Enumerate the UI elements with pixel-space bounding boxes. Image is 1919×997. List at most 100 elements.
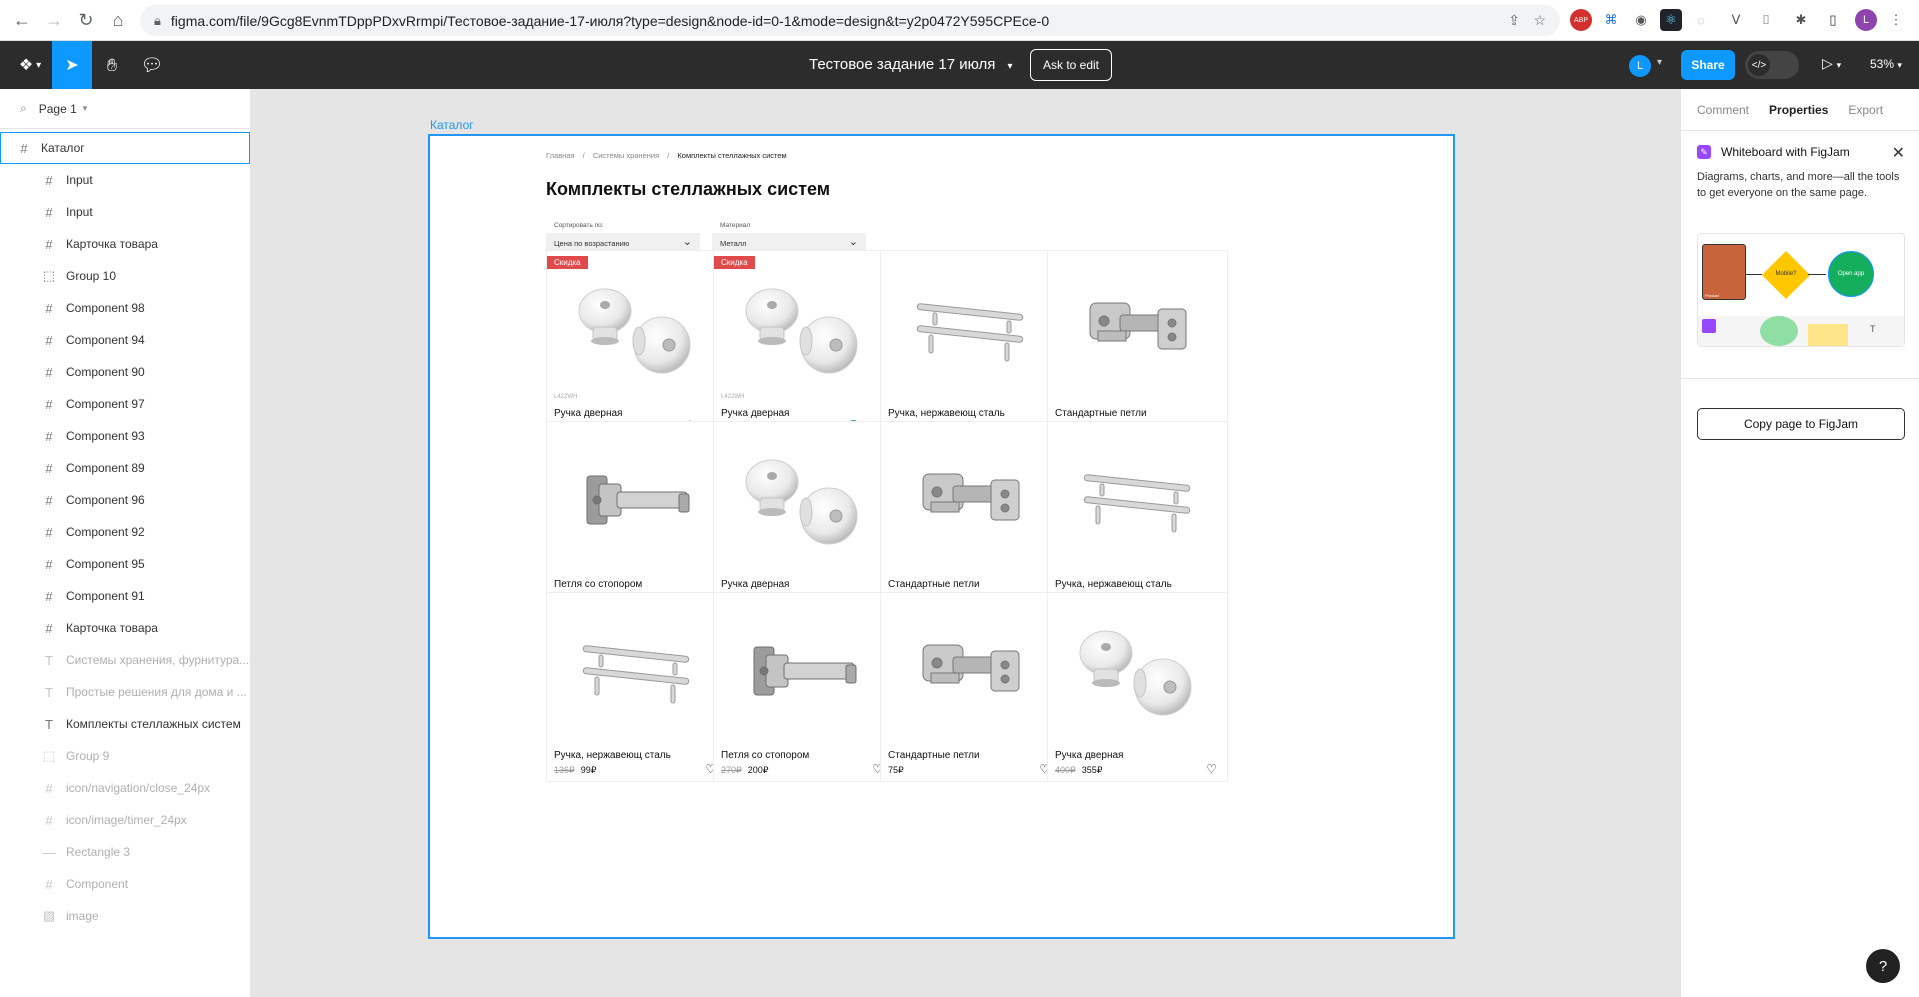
react-devtools-icon[interactable]: ⚛ [1660,9,1682,31]
browser-toolbar: ← → ↻ ⌂ 🔒︎ figma.com/file/9Gcg8EvnmTDppP… [0,0,1919,41]
extension-icon-2[interactable]: ◌ [1690,9,1712,31]
address-bar[interactable]: 🔒︎ figma.com/file/9Gcg8EvnmTDppPDxvRrmpi… [140,5,1560,36]
copy-to-figjam-button[interactable]: Copy page to FigJam [1697,408,1905,440]
product-image [1048,265,1229,393]
tab-comment[interactable]: Comment [1697,103,1749,117]
layer-item[interactable]: ⬚ Group 10 [0,260,250,292]
close-icon[interactable]: ✕ [1892,143,1905,163]
product-card[interactable]: Ручка, нержавеющ сталь136₽99₽♡ [880,250,1061,440]
extension-icon-4[interactable]: ⌷ [1755,9,1777,31]
product-price: 136₽ 99₽ [554,765,597,776]
adblock-extension-icon[interactable]: ABP [1570,9,1592,31]
layers-panel: ⌕ Page 1 ▾ # Каталог # Input # Input # Карточка… [0,89,251,997]
layer-item[interactable]: # Component 92 [0,516,250,548]
layer-item[interactable]: ▨ image [0,900,250,932]
product-card[interactable]: СкидкаL422WHРучка дверная400₽355₽🛒︎♡ [546,250,727,440]
sort-label: Сортировать по: [554,222,604,229]
tab-export[interactable]: Export [1848,103,1883,117]
layer-label: Group 10 [66,269,117,283]
layer-item[interactable]: # Component 94 [0,324,250,356]
layer-item[interactable]: # icon/image/timer_24px [0,804,250,836]
profile-avatar[interactable]: L [1855,9,1877,31]
product-price: 75₽ [888,765,904,776]
hand-tool-icon[interactable]: ✋︎ [92,41,132,89]
layer-label: Component 97 [66,397,145,411]
home-icon[interactable]: ⌂ [104,6,132,34]
layer-item[interactable]: # Input [0,164,250,196]
product-image [714,607,895,735]
layer-item[interactable]: T Комплекты стеллажных систем [0,708,250,740]
share-page-icon[interactable]: ⇪ [1508,12,1520,29]
layer-type-icon: # [45,236,53,252]
layer-item[interactable]: # Component 91 [0,580,250,612]
layer-item[interactable]: # Component 95 [0,548,250,580]
layer-item[interactable]: # Input [0,196,250,228]
layer-item[interactable]: # Каталог [0,132,250,164]
chevron-down-icon[interactable]: ▾ [1657,57,1662,68]
dev-mode-toggle[interactable]: </> [1745,51,1799,79]
file-title[interactable]: Тестовое задание 17 июля ▾ [809,56,1013,73]
layer-item[interactable]: # Карточка товара [0,612,250,644]
extension-icon[interactable]: ◉ [1630,9,1652,31]
layer-item[interactable]: # Component [0,868,250,900]
layer-item[interactable]: # Component 93 [0,420,250,452]
breadcrumb-item[interactable]: Системы хранения [593,151,659,160]
product-card[interactable]: Петля со стопором270₽200₽♡ [546,421,727,611]
back-icon[interactable]: ← [8,6,36,34]
product-card[interactable]: Ручка дверная400₽355₽♡ [1047,592,1228,782]
heart-icon[interactable]: ♡ [1206,762,1217,776]
layer-item[interactable]: # Component 90 [0,356,250,388]
product-name: Ручка, нержавеющ сталь [888,408,1005,419]
layer-item[interactable]: # Component 89 [0,452,250,484]
reload-icon[interactable]: ↻ [72,6,100,34]
extensions-puzzle-icon[interactable]: ✱ [1790,9,1812,31]
menu-dots-icon[interactable]: ⋮ [1885,9,1907,31]
layer-type-icon: # [45,396,53,412]
product-name: Стандартные петли [888,750,980,761]
product-name: Ручка дверная [721,579,790,590]
user-avatar[interactable]: L [1629,55,1651,77]
layer-item[interactable]: # Component 97 [0,388,250,420]
product-card[interactable]: Стандартные петли75₽♡ [880,421,1061,611]
layer-item[interactable]: T Системы хранения, фурнитура... [0,644,250,676]
zoom-level[interactable]: 53% ▾ [1870,57,1902,71]
layer-item[interactable]: # Component 96 [0,484,250,516]
figma-toolbar: ❖ ▾ ➤ ✋︎ 💬︎ Тестовое задание 17 июля ▾ A… [0,41,1919,89]
product-card[interactable]: Стандартные петли75₽♡ [1047,250,1228,440]
product-name: Ручка дверная [721,408,790,419]
catalog-frame[interactable]: Главная / Системы хранения / Комплекты с… [428,134,1455,939]
product-card[interactable]: СкидкаL422WHРучка дверная400₽355₽✓♡ [713,250,894,440]
product-card[interactable]: Ручка, нержавеющ сталь136₽99₽♡ [1047,421,1228,611]
search-icon[interactable]: ⌕ [20,101,27,116]
product-card[interactable]: Стандартные петли75₽♡ [880,592,1061,782]
extension-icon-3[interactable]: Ⅴ [1725,9,1747,31]
layer-label: Системы хранения, фурнитура... [66,653,250,667]
page-selector[interactable]: ⌕ Page 1 ▾ [0,89,250,129]
ask-to-edit-button[interactable]: Ask to edit [1030,49,1112,81]
layer-item[interactable]: # Component 98 [0,292,250,324]
share-button[interactable]: Share [1681,50,1735,80]
breadcrumb-item[interactable]: Главная [546,151,575,160]
frame-label[interactable]: Каталог [430,118,474,132]
product-card[interactable]: Ручка, нержавеющ сталь136₽99₽♡ [546,592,727,782]
figma-menu-icon[interactable]: ❖ ▾ [10,41,50,89]
bookmark-star-icon[interactable]: ☆ [1533,12,1546,29]
forward-icon[interactable]: → [40,6,68,34]
help-button[interactable]: ? [1866,949,1900,983]
zoom-text: 53% [1870,57,1895,71]
product-card[interactable]: Ручка дверная400₽355₽♡ [713,421,894,611]
layer-item[interactable]: ⬚ Group 9 [0,740,250,772]
layer-item[interactable]: — Rectangle 3 [0,836,250,868]
layer-item[interactable]: T Простые решения для дома и ... [0,676,250,708]
move-tool-icon[interactable]: ➤ [52,41,92,89]
comment-tool-icon[interactable]: 💬︎ [132,41,172,89]
page-title: Комплекты стеллажных систем [546,179,831,199]
present-play-icon[interactable]: ▷ ▾ [1822,55,1841,72]
side-panel-icon[interactable]: ▯ [1822,9,1844,31]
layer-item[interactable]: # Карточка товара [0,228,250,260]
product-image [547,265,728,393]
layer-item[interactable]: # icon/navigation/close_24px [0,772,250,804]
translate-extension-icon[interactable]: ⌘ [1600,9,1622,31]
tab-properties[interactable]: Properties [1769,103,1828,117]
product-card[interactable]: Петля со стопором270₽200₽♡ [713,592,894,782]
